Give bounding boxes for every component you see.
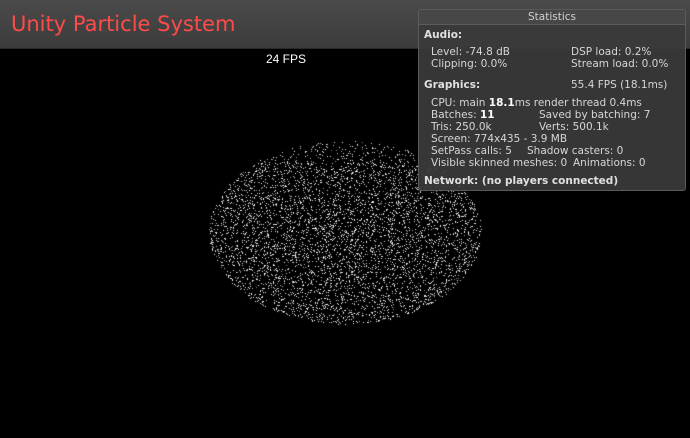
graphics-screen: Screen: 774x435 - 3.9 MB bbox=[431, 133, 568, 145]
cpu-label: CPU: main bbox=[431, 97, 489, 109]
network-status: Network: (no players connected) bbox=[424, 175, 619, 187]
graphics-setpass: SetPass calls: 5 bbox=[431, 145, 512, 157]
app-title: Unity Particle System bbox=[11, 12, 236, 36]
graphics-heading: Graphics: bbox=[424, 79, 481, 91]
audio-heading: Audio: bbox=[424, 29, 463, 41]
audio-level: Level: -74.8 dB bbox=[431, 46, 510, 58]
cpu-rest: ms render thread 0.4ms bbox=[514, 97, 642, 109]
fps-readout: 24 FPS bbox=[266, 52, 307, 66]
graphics-cpu: CPU: main 18.1ms render thread 0.4ms bbox=[431, 97, 642, 109]
audio-stream-load: Stream load: 0.0% bbox=[571, 58, 669, 70]
batches-label: Batches: bbox=[431, 109, 480, 121]
statistics-title: Statistics bbox=[419, 10, 685, 25]
graphics-batches: Batches: 11 bbox=[431, 109, 495, 121]
graphics-saved-by-batching: Saved by batching: 7 bbox=[539, 109, 651, 121]
statistics-panel: Statistics Audio: Level: -74.8 dB DSP lo… bbox=[418, 9, 686, 191]
batches-value: 11 bbox=[480, 109, 495, 121]
graphics-tris: Tris: 250.0k bbox=[431, 121, 492, 133]
graphics-verts: Verts: 500.1k bbox=[539, 121, 609, 133]
audio-clipping: Clipping: 0.0% bbox=[431, 58, 508, 70]
cpu-main-value: 18.1 bbox=[488, 97, 515, 109]
graphics-shadow-casters: Shadow casters: 0 bbox=[527, 145, 624, 157]
graphics-animations: Animations: 0 bbox=[573, 157, 646, 169]
audio-dsp-load: DSP load: 0.2% bbox=[571, 46, 652, 58]
graphics-fps: 55.4 FPS (18.1ms) bbox=[571, 79, 668, 91]
graphics-skinned-meshes: Visible skinned meshes: 0 bbox=[431, 157, 568, 169]
